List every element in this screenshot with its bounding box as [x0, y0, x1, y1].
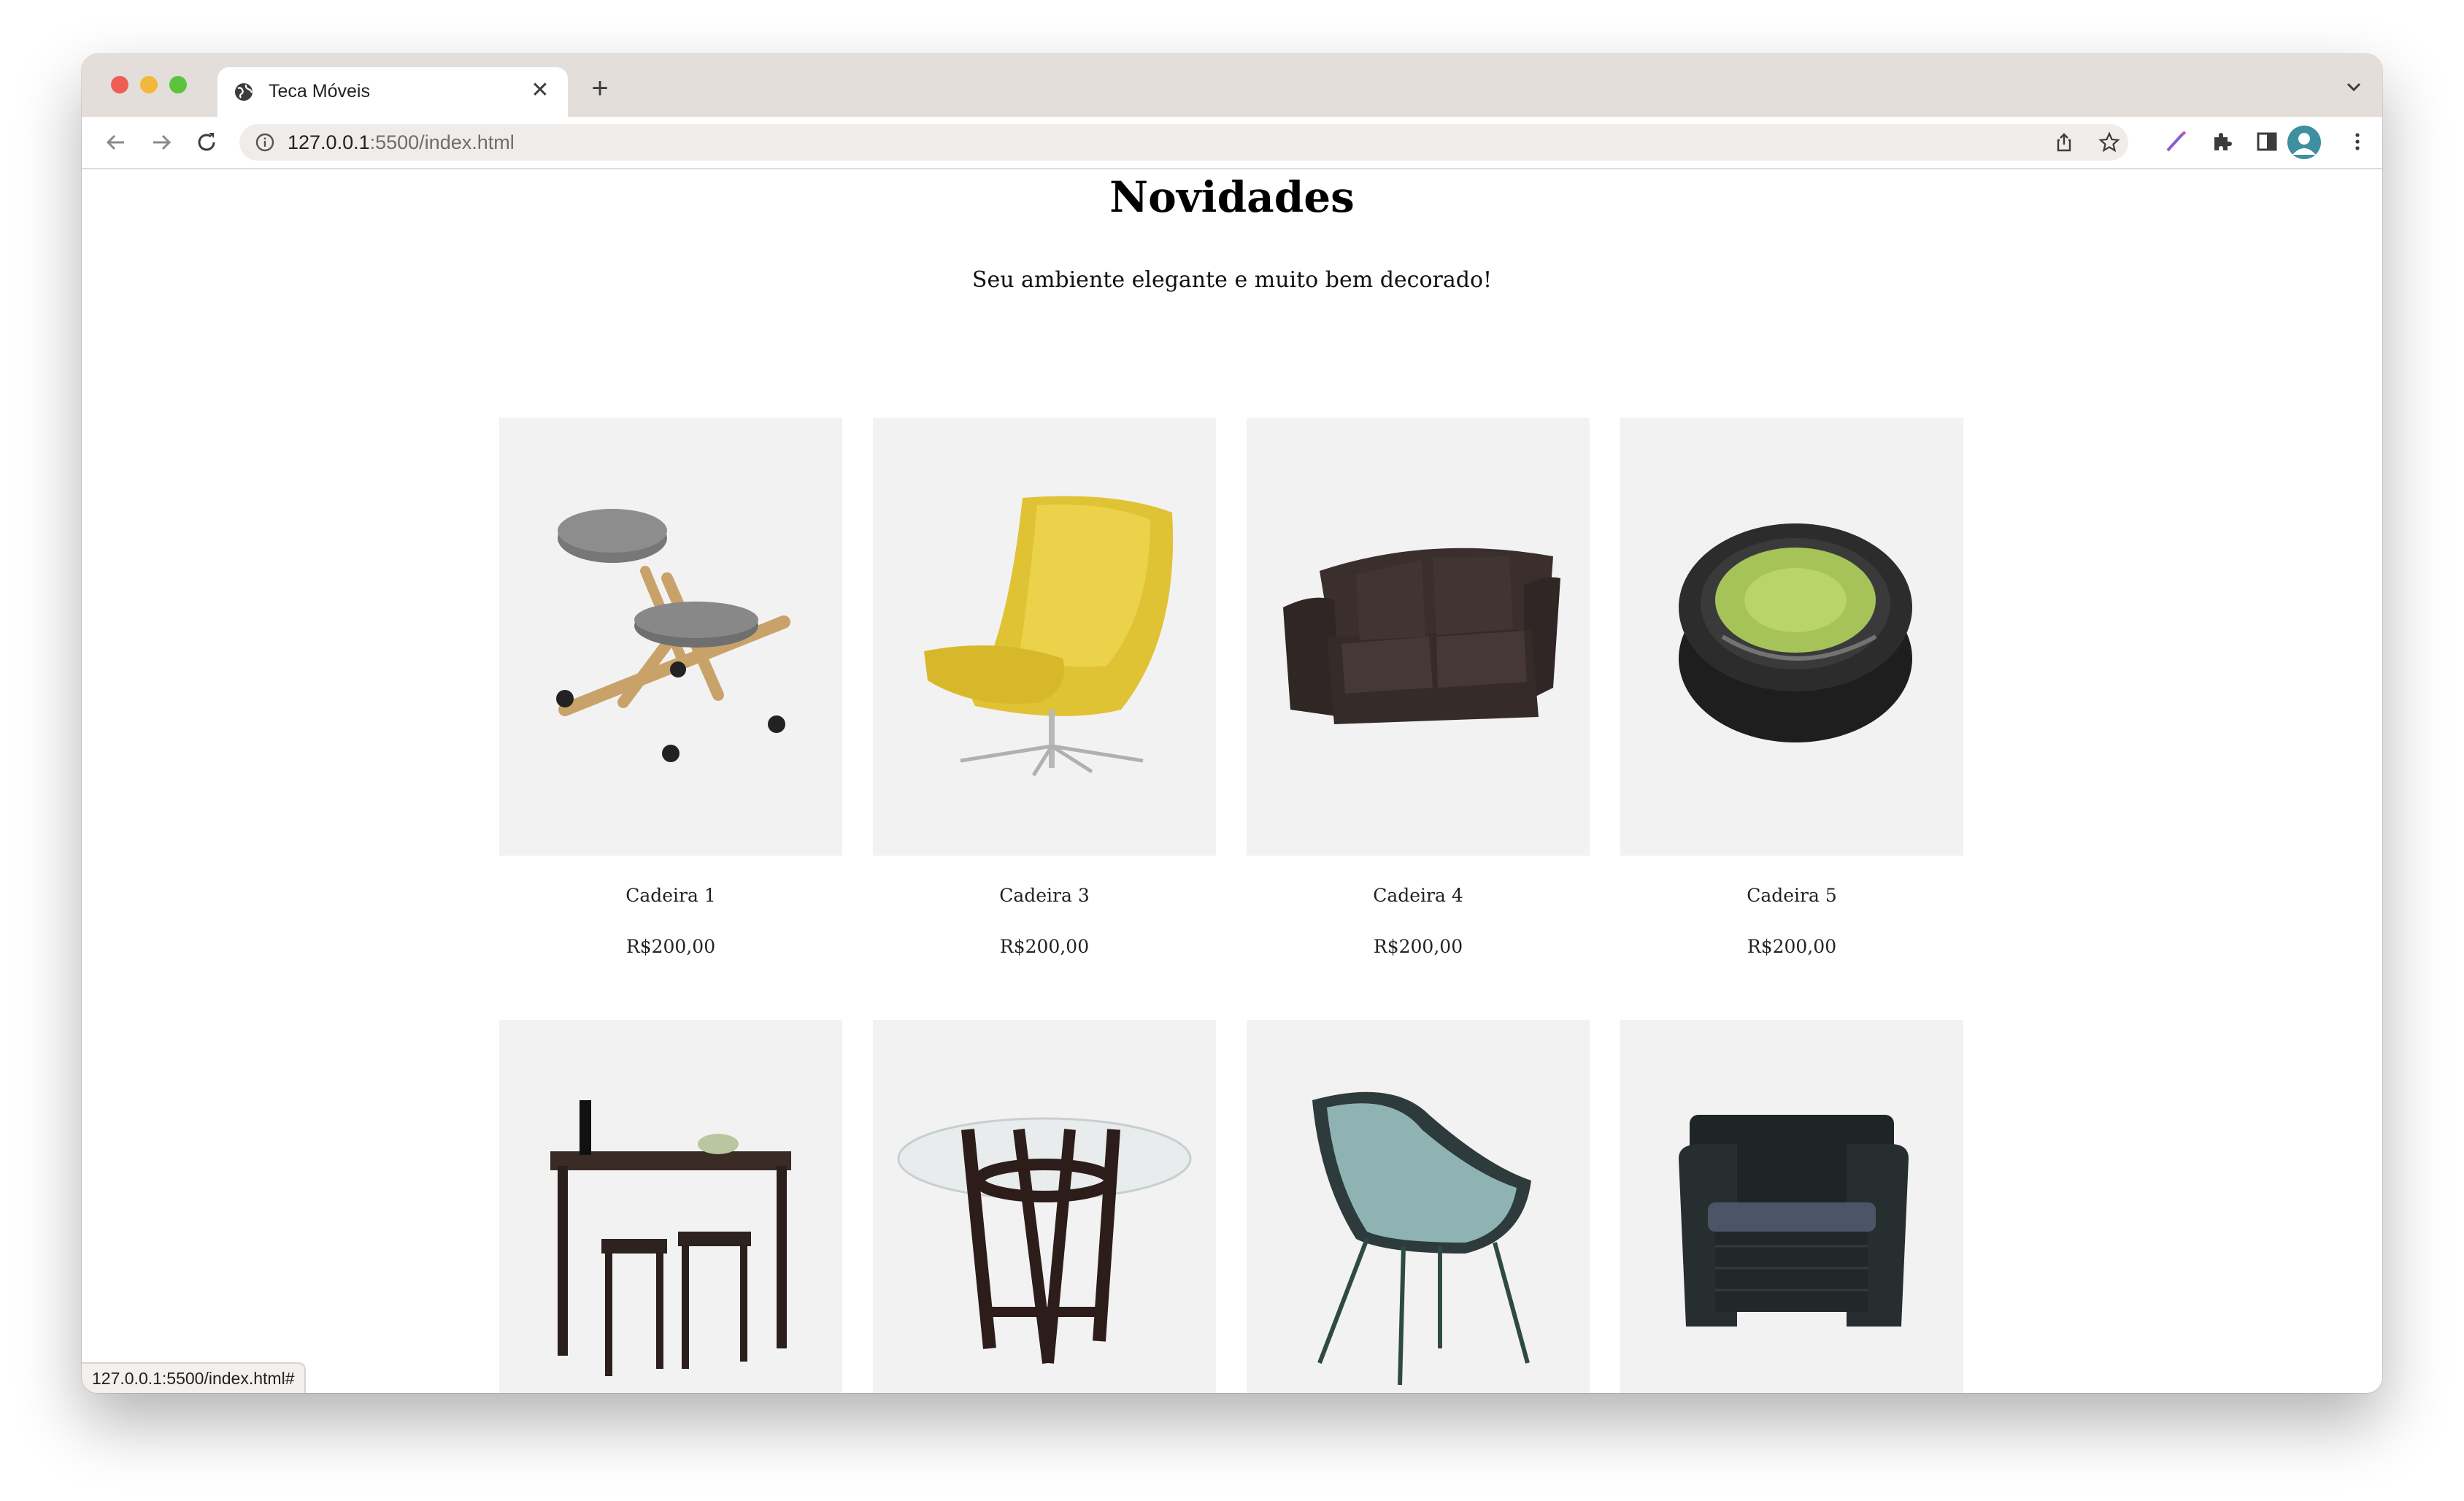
- profile-avatar[interactable]: [2287, 126, 2321, 159]
- page-title: Novidades: [1109, 172, 1355, 222]
- leather-loveseat-image[interactable]: [1247, 418, 1590, 856]
- kneeling-chair-image[interactable]: [499, 418, 842, 856]
- product-card[interactable]: [1247, 1020, 1590, 1393]
- product-name: Cadeira 4: [1373, 885, 1463, 906]
- share-icon[interactable]: [2052, 131, 2076, 154]
- page-content: Novidades Seu ambiente elegante e muito …: [82, 169, 2382, 1393]
- zoom-window-button[interactable]: [169, 76, 187, 93]
- glass-round-table-image[interactable]: [873, 1020, 1216, 1393]
- active-tab[interactable]: Teca Móveis ✕: [217, 67, 568, 117]
- close-window-button[interactable]: [111, 76, 128, 93]
- reload-icon[interactable]: [193, 128, 220, 156]
- product-price: R$200,00: [625, 936, 716, 957]
- product-card[interactable]: Cadeira 1 R$200,00: [499, 418, 842, 957]
- pen-extension-icon[interactable]: [2163, 128, 2190, 155]
- bookmark-star-icon[interactable]: [2098, 131, 2121, 154]
- product-name: Cadeira 5: [1747, 885, 1837, 906]
- browser-window: Teca Móveis ✕ + 127.0.0.1:5500/index.htm…: [82, 54, 2382, 1393]
- new-tab-button[interactable]: +: [584, 73, 616, 105]
- product-card[interactable]: [499, 1020, 842, 1393]
- product-card[interactable]: [873, 1020, 1216, 1393]
- product-card[interactable]: Cadeira 3 R$200,00: [873, 418, 1216, 957]
- yellow-lounge-chair-image[interactable]: [873, 418, 1216, 856]
- product-price: R$200,00: [1747, 936, 1837, 957]
- globe-icon: [235, 83, 253, 101]
- tab-strip: Teca Móveis ✕ +: [82, 54, 2382, 117]
- browser-toolbar: 127.0.0.1:5500/index.html: [82, 117, 2382, 169]
- info-icon[interactable]: [255, 133, 274, 152]
- status-bar-url: 127.0.0.1:5500/index.html#: [82, 1362, 307, 1393]
- side-panel-icon[interactable]: [2254, 128, 2280, 155]
- close-tab-icon[interactable]: ✕: [527, 77, 553, 104]
- product-name: Cadeira 1: [625, 885, 716, 906]
- teal-shell-chair-image[interactable]: [1247, 1020, 1590, 1393]
- product-card[interactable]: Cadeira 4 R$200,00: [1247, 418, 1590, 957]
- wicker-armchair-image[interactable]: [1620, 1020, 1963, 1393]
- product-price: R$200,00: [999, 936, 1090, 957]
- extensions-puzzle-icon[interactable]: [2209, 128, 2235, 155]
- bar-table-stools-image[interactable]: [499, 1020, 842, 1393]
- product-price: R$200,00: [1373, 936, 1463, 957]
- back-arrow-icon[interactable]: [102, 128, 130, 156]
- more-menu-icon[interactable]: [2344, 128, 2371, 155]
- inflatable-chair-image[interactable]: [1620, 418, 1963, 856]
- url-text: 127.0.0.1:5500/index.html: [288, 131, 515, 153]
- person-icon: [2292, 133, 2316, 155]
- tab-title: Teca Móveis: [269, 81, 370, 101]
- chevron-down-icon[interactable]: [2343, 76, 2365, 98]
- minimize-window-button[interactable]: [140, 76, 158, 93]
- product-card[interactable]: [1620, 1020, 1963, 1393]
- page-subtitle: Seu ambiente elegante e muito bem decora…: [971, 267, 1493, 293]
- product-name: Cadeira 3: [999, 885, 1090, 906]
- forward-arrow-icon[interactable]: [147, 128, 175, 156]
- address-bar[interactable]: 127.0.0.1:5500/index.html: [239, 124, 2128, 161]
- product-card[interactable]: Cadeira 5 R$200,00: [1620, 418, 1963, 957]
